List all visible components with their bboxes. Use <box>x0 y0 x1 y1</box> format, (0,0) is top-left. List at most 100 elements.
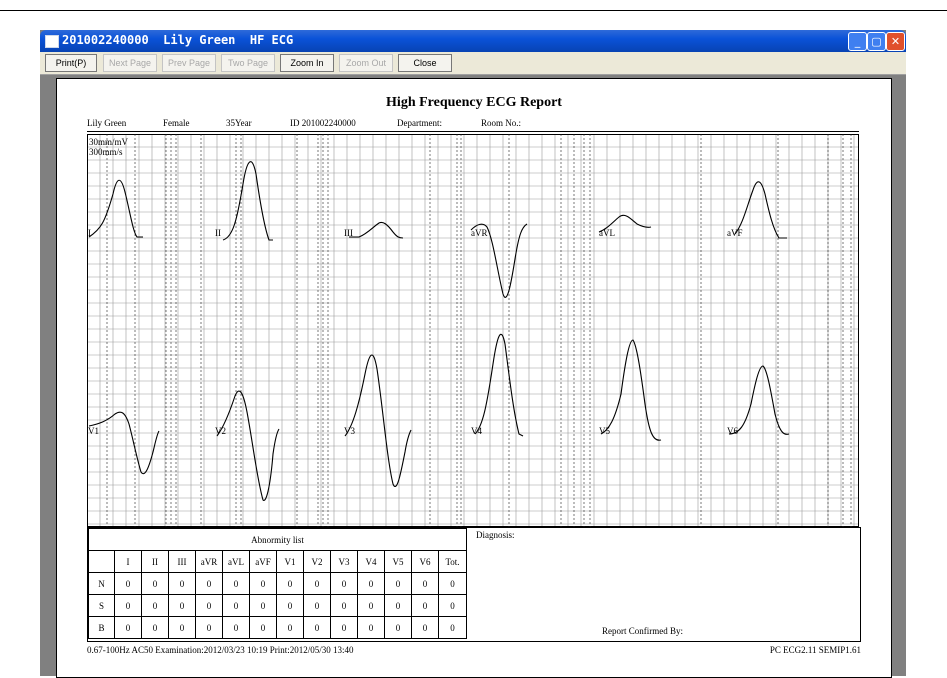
table-row: N 0 0 0 0 0 0 0 0 0 0 0 0 0 <box>88 572 467 595</box>
abnormity-table: Abnormity list I II III aVR aVL aVF V1 V… <box>88 528 467 639</box>
table-cell: 0 <box>384 572 412 595</box>
footer-version: PC ECG2.11 SEMIP1.61 <box>769 645 861 655</box>
waveform-v6 <box>728 365 790 435</box>
column-header: V5 <box>384 550 412 573</box>
table-cell: 0 <box>114 594 142 617</box>
patient-age: 35Year <box>226 118 252 128</box>
column-header: V6 <box>411 550 439 573</box>
diagnosis-label: Diagnosis: <box>476 530 515 540</box>
minimize-button[interactable]: _ <box>848 32 867 51</box>
zoom-in-button[interactable]: Zoom In <box>280 54 334 72</box>
table-cell: 0 <box>249 572 277 595</box>
room-label: Room No.: <box>481 118 522 128</box>
lead-label-avf: aVF <box>727 228 743 238</box>
table-cell: 0 <box>330 594 358 617</box>
zoom-out-button[interactable]: Zoom Out <box>339 54 393 72</box>
toolbar: Print(P) Next Page Prev Page Two Page Zo… <box>40 52 906 75</box>
report-window: 201002240000 Lily Green HF ECG _ ▢ ✕ Pri… <box>40 30 906 678</box>
table-cell: 0 <box>357 616 385 639</box>
table-cell: 0 <box>141 594 169 617</box>
report-confirmed-label: Report Confirmed By: <box>602 626 683 636</box>
lead-label-v6: V6 <box>727 426 738 436</box>
table-cell: 0 <box>222 616 250 639</box>
column-header: III <box>168 550 196 573</box>
patient-sex: Female <box>163 118 190 128</box>
row-label: N <box>88 572 115 595</box>
column-header: I <box>114 550 142 573</box>
ecg-grid: 30mm/mV 300mm/s I II III aVR aVL aVF V1 … <box>87 134 859 527</box>
abnormity-header-row: I II III aVR aVL aVF V1 V2 V3 V4 V5 V6 T… <box>88 550 467 573</box>
row-label: S <box>88 594 115 617</box>
window-title: 201002240000 Lily Green HF ECG <box>62 33 294 47</box>
table-row: B 0 0 0 0 0 0 0 0 0 0 0 0 0 <box>88 616 467 639</box>
table-cell: 0 <box>195 572 223 595</box>
table-cell: 0 <box>114 572 142 595</box>
report-title: High Frequency ECG Report <box>386 95 562 110</box>
app-icon <box>45 35 59 48</box>
column-header: Tot. <box>438 550 467 573</box>
waveform-v1 <box>88 411 160 475</box>
department-label: Department: <box>397 118 442 128</box>
table-cell: 0 <box>411 594 439 617</box>
table-cell: 0 <box>303 616 331 639</box>
top-rule <box>0 10 947 11</box>
lead-label-avl: aVL <box>599 228 615 238</box>
next-page-button[interactable]: Next Page <box>103 54 157 72</box>
prev-page-button[interactable]: Prev Page <box>162 54 216 72</box>
table-cell: 0 <box>438 594 467 617</box>
table-cell: 0 <box>438 616 467 639</box>
abnormity-section: Abnormity list I II III aVR aVL aVF V1 V… <box>87 527 861 642</box>
column-header: aVR <box>195 550 223 573</box>
lead-label-v1: V1 <box>88 426 99 436</box>
waveform-ii <box>222 161 273 241</box>
table-cell: 0 <box>303 594 331 617</box>
table-cell: 0 <box>168 616 196 639</box>
patient-name: Lily Green <box>87 118 127 128</box>
maximize-button[interactable]: ▢ <box>867 32 886 51</box>
grid-border <box>87 134 859 527</box>
column-header: V1 <box>276 550 304 573</box>
table-cell: 0 <box>330 572 358 595</box>
table-cell: 0 <box>438 572 467 595</box>
column-header: V3 <box>330 550 358 573</box>
column-header: aVF <box>249 550 277 573</box>
row-label: B <box>88 616 115 639</box>
waveform-i <box>88 179 143 238</box>
table-cell: 0 <box>141 572 169 595</box>
speed-scale: 300mm/s <box>89 147 123 157</box>
table-cell: 0 <box>249 594 277 617</box>
two-page-button[interactable]: Two Page <box>221 54 275 72</box>
table-cell: 0 <box>384 594 412 617</box>
table-cell: 0 <box>276 594 304 617</box>
table-cell: 0 <box>411 572 439 595</box>
corner-cell <box>88 550 115 573</box>
table-cell: 0 <box>411 616 439 639</box>
abnormity-title: Abnormity list <box>88 528 467 551</box>
table-cell: 0 <box>249 616 277 639</box>
header-rule <box>87 131 859 132</box>
column-header: V4 <box>357 550 385 573</box>
footer-info: 0.67-100Hz AC50 Examination:2012/03/23 1… <box>87 645 354 655</box>
column-header: V2 <box>303 550 331 573</box>
table-cell: 0 <box>141 616 169 639</box>
table-cell: 0 <box>168 572 196 595</box>
print-button[interactable]: Print(P) <box>45 54 97 72</box>
report-page: High Frequency ECG Report Lily Green Fem… <box>56 78 892 678</box>
table-cell: 0 <box>114 616 142 639</box>
lead-label-avr: aVR <box>471 228 488 238</box>
table-cell: 0 <box>384 616 412 639</box>
title-bar[interactable]: 201002240000 Lily Green HF ECG _ ▢ ✕ <box>40 30 906 52</box>
column-header: aVL <box>222 550 250 573</box>
table-row: S 0 0 0 0 0 0 0 0 0 0 0 0 0 <box>88 594 467 617</box>
close-window-button[interactable]: ✕ <box>886 32 905 51</box>
waveform-v3 <box>344 354 412 487</box>
table-cell: 0 <box>357 594 385 617</box>
table-cell: 0 <box>276 616 304 639</box>
table-cell: 0 <box>357 572 385 595</box>
close-button[interactable]: Close <box>398 54 452 72</box>
waveform-avf <box>734 181 787 239</box>
table-cell: 0 <box>330 616 358 639</box>
table-cell: 0 <box>222 594 250 617</box>
table-cell: 0 <box>195 594 223 617</box>
amplitude-scale: 30mm/mV <box>89 137 129 147</box>
